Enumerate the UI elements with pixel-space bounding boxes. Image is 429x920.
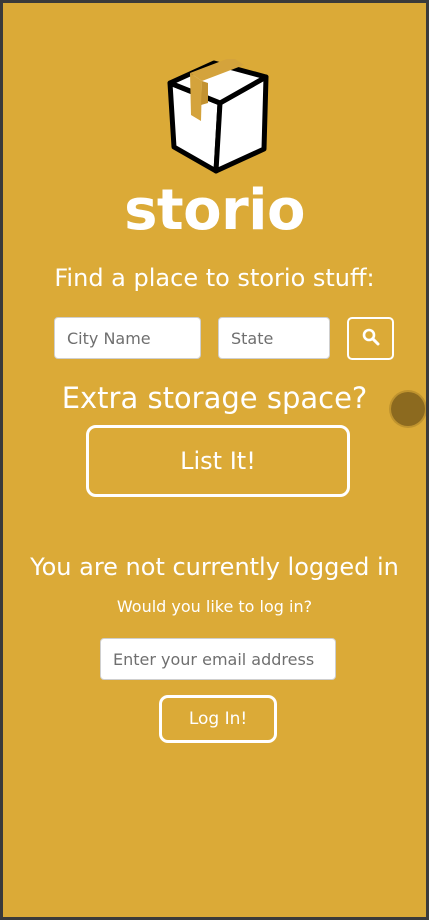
- email-field[interactable]: [100, 638, 336, 680]
- login-prompt-text: Would you like to log in?: [116, 597, 313, 616]
- search-icon: [362, 328, 380, 349]
- city-name-input[interactable]: [54, 317, 201, 359]
- search-tagline: Find a place to storio stuff:: [54, 264, 375, 292]
- box-logo-icon: [164, 57, 272, 177]
- login-status-text: You are not currently logged in: [30, 553, 399, 581]
- state-input[interactable]: [218, 317, 330, 359]
- search-button[interactable]: [347, 317, 394, 360]
- floating-action-dot[interactable]: [391, 392, 425, 426]
- log-in-button[interactable]: Log In!: [159, 695, 277, 743]
- brand-title: storio: [124, 178, 305, 243]
- app-screen: storio Find a place to storio stuff: Ext…: [0, 0, 429, 920]
- extra-storage-heading: Extra storage space?: [61, 381, 368, 415]
- list-it-button[interactable]: List It!: [86, 425, 350, 497]
